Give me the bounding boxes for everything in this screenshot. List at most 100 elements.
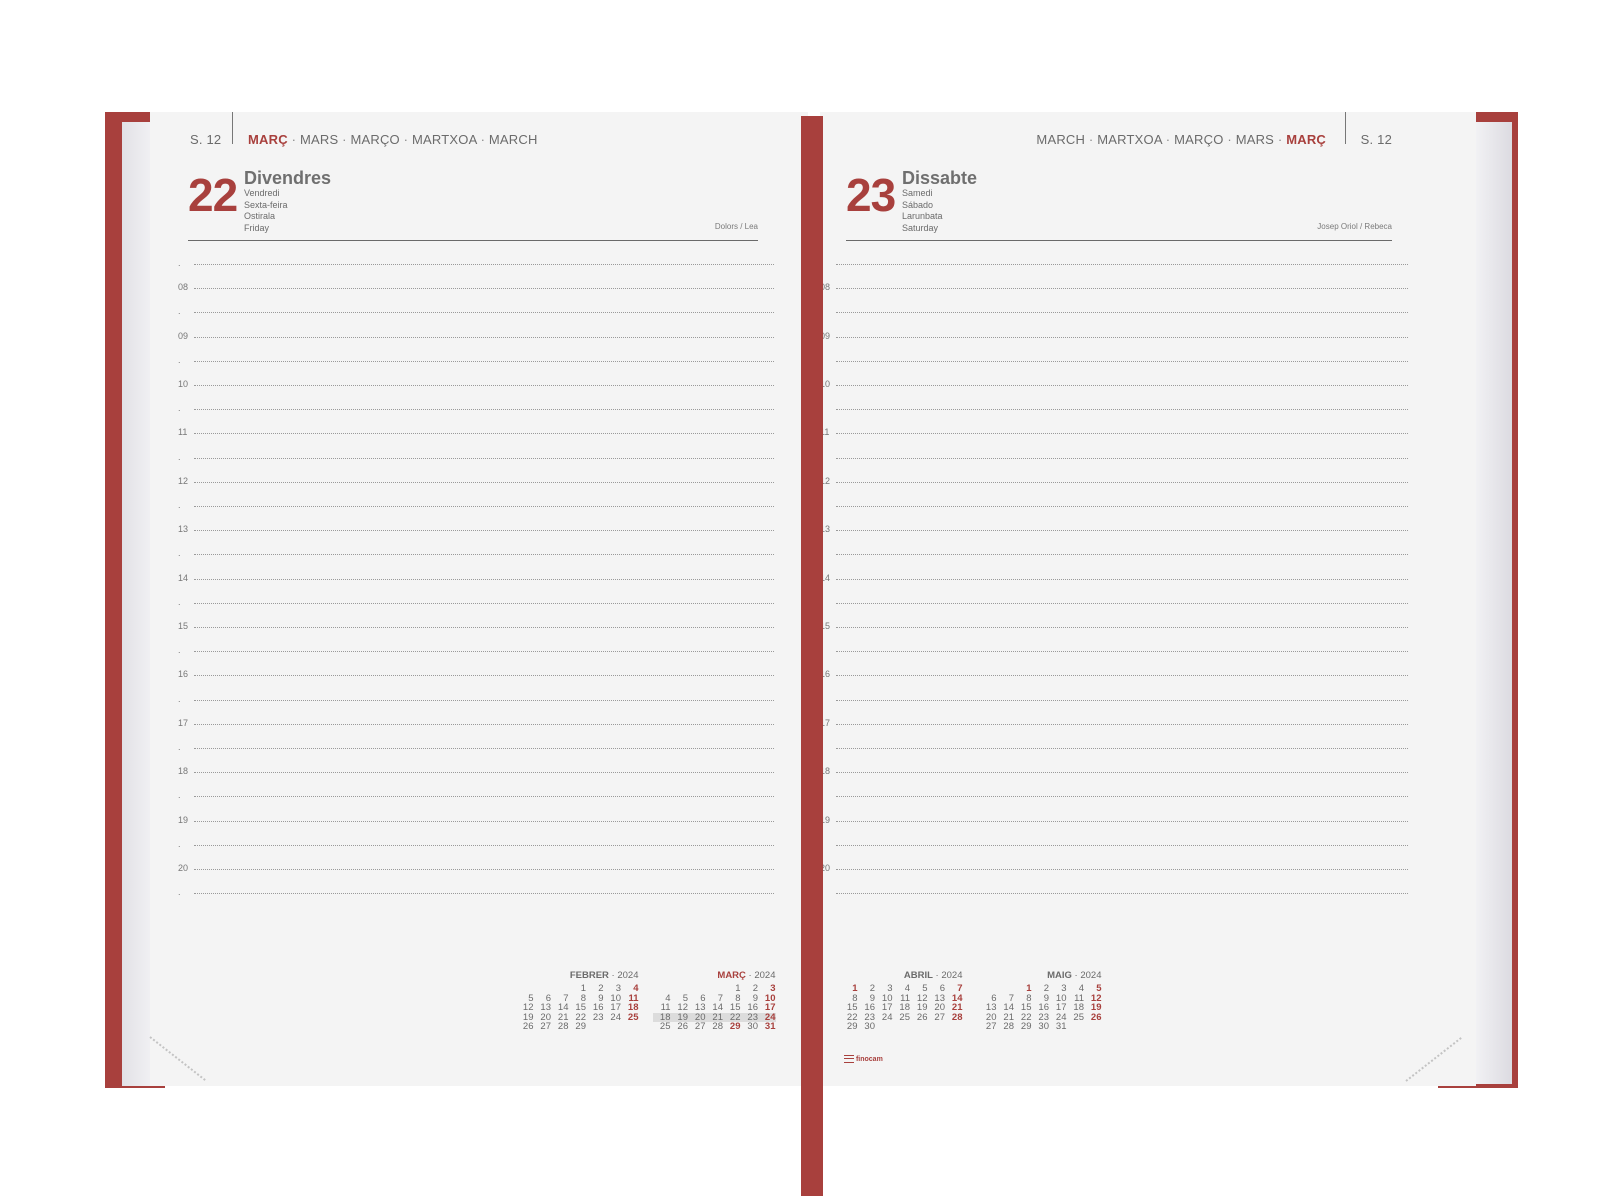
mini-calendar-febrer: FEBRER · 2024 1 2 3 4 5 6 7 8 9 10 11 12 13 14 15 16 17 1… <box>516 970 639 1032</box>
writing-line <box>836 312 1408 314</box>
week-divider <box>232 112 233 144</box>
mini-calendar-day <box>945 1022 963 1032</box>
writing-line <box>194 578 774 580</box>
mini-calendar-week: 25 26 27 28 29 30 31 <box>653 1022 776 1032</box>
writing-line <box>836 385 1408 386</box>
brand-name: finocam <box>855 1055 883 1063</box>
mini-calendar-day <box>1067 1022 1085 1032</box>
week-label: S. 12 <box>190 132 222 147</box>
hour-label: 09 <box>178 330 189 341</box>
mini-calendar-day: 30 <box>1038 1021 1049 1033</box>
hour-label: 12 <box>178 475 189 486</box>
hour-label: . <box>178 693 181 704</box>
mini-calendar-day: 26 <box>1090 1011 1102 1023</box>
mini-calendar-day: 28 <box>1003 1021 1014 1033</box>
writing-line <box>194 457 774 459</box>
writing-line <box>836 869 1408 870</box>
mini-calendar-day: 29 <box>846 1021 858 1033</box>
right-page: MARCH · MARTXOA · MARÇO · MARS · MARÇ S.… <box>820 112 1476 1086</box>
hour-label: . <box>178 548 181 559</box>
writing-line <box>194 288 774 290</box>
mini-calendar-day: 25 <box>627 1011 639 1023</box>
writing-line <box>836 506 1408 507</box>
mini-calendar-week: 27 28 29 30 31 <box>979 1022 1102 1032</box>
header-rule <box>846 240 1392 241</box>
mini-calendar-year: 2024 <box>754 970 776 981</box>
writing-line <box>194 336 774 338</box>
mini-calendar-month: MARÇ <box>717 970 746 981</box>
bookmark-ribbon[interactable] <box>801 116 823 1196</box>
hour-label: . <box>178 596 181 607</box>
writing-line <box>194 651 774 653</box>
writing-line <box>194 312 774 314</box>
day-name-french: Vendredi <box>244 188 280 198</box>
day-number: 22 <box>188 169 238 221</box>
writing-line <box>194 554 774 556</box>
hour-label: 19 <box>178 814 189 825</box>
mini-calendar-year: 2024 <box>617 970 639 981</box>
writing-line <box>836 360 1408 362</box>
mini-calendar-marc: MARÇ · 2024 1 2 3 4 5 6 7 8 9 10 11 12 13 14 15 16 17 18 1… <box>653 970 776 1032</box>
mini-calendar-day: 26 <box>677 1021 688 1033</box>
writing-line <box>836 844 1408 846</box>
writing-line <box>836 699 1408 701</box>
writing-line <box>836 457 1408 459</box>
month-name-catalan: MARÇ <box>248 132 288 147</box>
hour-label: . <box>178 742 181 752</box>
month-name-english: MARCH <box>488 132 538 147</box>
week-divider <box>1345 112 1346 144</box>
month-name-catalan: MARÇ <box>1286 132 1326 147</box>
mini-calendar-day: 25 <box>899 1011 910 1023</box>
writing-line <box>194 723 774 725</box>
writing-line <box>836 409 1408 411</box>
mini-calendar-day: 29 <box>1020 1021 1032 1033</box>
hour-label: 08 <box>178 282 189 293</box>
day-name-translations: Vendredi Sexta-feira Ostirala Friday <box>244 188 288 234</box>
writing-line <box>836 602 1408 604</box>
mini-calendar-day <box>604 1022 622 1032</box>
writing-line <box>836 627 1408 628</box>
writing-line <box>194 675 774 677</box>
writing-line <box>194 481 774 483</box>
mini-calendar-day: 30 <box>864 1021 875 1033</box>
left-page: S. 12 MARÇ · MARS · MARÇO · MARTXOA · MA… <box>150 112 808 1086</box>
mini-calendar-maig: MAIG · 2024 1 2 3 4 5 6 7 8 9 10 11 12 13 14 15 16 17 18 1… <box>979 970 1102 1032</box>
writing-line <box>194 699 774 701</box>
day-name-portuguese: Sábado <box>902 199 934 210</box>
hour-label: . <box>178 645 181 656</box>
writing-line <box>194 530 774 532</box>
day-name-english: Saturday <box>902 222 939 233</box>
brand-logo-icon <box>844 1055 854 1063</box>
mini-calendar-year: 2024 <box>941 970 963 981</box>
mini-calendar-day: 31 <box>764 1021 776 1033</box>
mini-calendar-week: 29 30 <box>840 1022 963 1032</box>
mini-calendar-day: 28 <box>951 1011 963 1023</box>
mini-calendar-week: 26 27 28 29 <box>516 1022 639 1032</box>
mini-calendar-day: 24 <box>610 1011 621 1023</box>
writing-line <box>836 554 1408 556</box>
mini-calendar-month: ABRIL <box>903 970 933 981</box>
hour-label: . <box>178 451 181 462</box>
day-name-basque: Larunbata <box>902 211 943 221</box>
writing-line <box>836 264 1408 265</box>
mini-calendar-day: 25 <box>1073 1011 1084 1023</box>
mini-calendar-day: 23 <box>592 1011 604 1023</box>
writing-line <box>836 723 1408 725</box>
writing-line <box>836 893 1408 895</box>
hour-label: . <box>178 500 181 510</box>
writing-line <box>194 844 774 846</box>
writing-line <box>194 409 774 411</box>
writing-line <box>194 433 774 435</box>
hour-label: 14 <box>178 572 189 583</box>
day-name-portuguese: Sexta-feira <box>244 199 288 210</box>
writing-line <box>836 748 1408 749</box>
writing-line <box>194 772 774 774</box>
writing-line <box>194 820 774 822</box>
mini-calendar-day: 25 <box>659 1021 671 1033</box>
mini-calendar-day: 29 <box>575 1021 586 1033</box>
mini-calendar-abril: ABRIL · 2024 1 2 3 4 5 6 7 8 9 10 11 12 13 14 15 16 17 18… <box>840 970 963 1032</box>
hour-label: 10 <box>178 379 189 389</box>
mini-calendar-month: FEBRER <box>569 970 609 981</box>
hour-label: 18 <box>178 766 189 777</box>
day-number: 23 <box>846 169 896 221</box>
